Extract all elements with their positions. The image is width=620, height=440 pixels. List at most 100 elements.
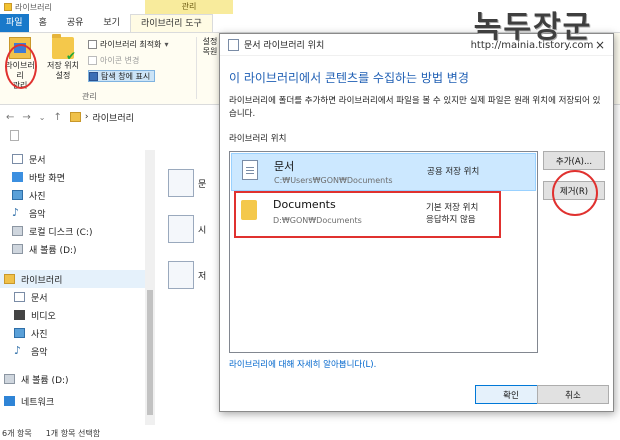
document-icon [242, 160, 258, 180]
nav-item-lib-videos[interactable]: 비디오 [0, 306, 155, 324]
content-item-pictures[interactable]: 저 [168, 252, 218, 298]
content-area: 문 시 저 [168, 160, 218, 298]
annotation-circle-manage [5, 44, 37, 89]
nav-item-network[interactable]: 네트워크 [0, 392, 155, 410]
nav-scrollbar-thumb[interactable] [147, 290, 153, 415]
disk-icon [12, 226, 23, 236]
music-large-icon [168, 215, 194, 243]
nav-item-local-disk[interactable]: 로컬 디스크 (C:) [0, 222, 155, 240]
chevron-down-icon: ▾ [164, 39, 169, 49]
location-name: 문서 [274, 160, 295, 173]
location-row-documents[interactable]: 문서 C:₩Users₩GON₩Documents 공용 저장 위치 [231, 153, 536, 191]
nav-item-music[interactable]: ♪ 음악 [0, 204, 155, 222]
chevron-right-icon: › [84, 112, 89, 122]
cancel-button[interactable]: 취소 [537, 385, 609, 404]
breadcrumb-library: 라이브러리 [92, 113, 134, 124]
network-icon [4, 396, 15, 406]
optimize-icon [88, 39, 97, 49]
change-icon-label: 아이콘 변경 [100, 55, 140, 65]
tab-share[interactable]: 공유 [57, 14, 94, 32]
nav-scrollbar[interactable] [145, 150, 155, 425]
nav-item-label: 음악 [31, 347, 48, 358]
picture-icon [12, 190, 23, 200]
nav-item-volume-d[interactable]: 새 볼륨 (D:) [0, 370, 155, 388]
change-icon-button: 아이콘 변경 [88, 54, 139, 66]
back-arrow-icon[interactable]: ← [6, 112, 14, 123]
music-icon: ♪ [12, 206, 20, 219]
learn-more-link[interactable]: 라이브러리에 대해 자세히 알아봅니다(L). [229, 358, 376, 370]
ribbon-group-label: 관리 [82, 92, 97, 101]
content-item-label: 문 [198, 179, 207, 190]
optimize-library-button[interactable]: 라이브러리 최적화 ▾ [88, 38, 168, 50]
nav-item-libraries[interactable]: 라이브러리 [0, 270, 155, 288]
annotation-circle-remove [552, 170, 598, 216]
content-item-label: 저 [198, 271, 207, 282]
set-save-location-button[interactable]: ✔ 저장 위치 설정 [42, 34, 84, 81]
disk-icon [4, 374, 15, 384]
nav-item-label: 새 볼륨 (D:) [21, 375, 69, 386]
tab-library-tools[interactable]: 라이브러리 도구 [129, 14, 213, 32]
library-icon [4, 274, 15, 284]
nav-item-label: 음악 [29, 209, 46, 220]
nav-item-lib-music[interactable]: ♪ 음악 [0, 342, 155, 360]
folder-check-icon: ✔ [52, 34, 76, 62]
chevron-down-icon[interactable]: ⌄ [39, 113, 46, 122]
nav-item-pictures[interactable]: 사진 [0, 186, 155, 204]
ribbon-separator [196, 37, 197, 99]
tab-view[interactable]: 보기 [93, 14, 130, 32]
nav-item-label: 라이브러리 [21, 275, 63, 286]
dialog-description: 라이브러리에 폴더를 추가하면 라이브러리에서 파일을 볼 수 있지만 실제 파… [229, 96, 601, 119]
nav-item-lib-pictures[interactable]: 사진 [0, 324, 155, 342]
window-title: 라이브러리 [15, 2, 52, 12]
location-path: C:₩Users₩GON₩Documents [274, 176, 393, 185]
content-item-documents[interactable]: 문 [168, 160, 218, 206]
nav-item-documents[interactable]: 문서 [0, 150, 155, 168]
document-icon [12, 154, 23, 164]
show-in-nav-toggle[interactable]: 탐색 창에 표시 [88, 70, 156, 82]
dialog-heading: 이 라이브러리에서 콘텐츠를 수집하는 방법 변경 [229, 71, 469, 85]
nav-item-label: 새 볼륨 (D:) [29, 245, 77, 256]
picture-icon [14, 328, 25, 338]
content-item-music[interactable]: 시 [168, 206, 218, 252]
disk-icon [12, 244, 23, 254]
library-icon [69, 112, 81, 122]
nav-item-label: 문서 [29, 155, 46, 166]
nav-item-label: 문서 [31, 293, 48, 304]
ribbon-partial-button[interactable]: 설정 목원 [200, 37, 220, 57]
nav-item-desktop[interactable]: 바탕 화면 [0, 168, 155, 186]
status-item-count: 6개 항목 [2, 428, 32, 438]
quick-access-doc-icon[interactable] [10, 130, 19, 141]
up-arrow-icon[interactable]: ↑ [53, 112, 61, 123]
context-tab-header: 관리 [145, 0, 233, 14]
desktop-icon [12, 172, 23, 182]
watermark-url: http://mainia.tistory.com [470, 40, 594, 51]
locations-label: 라이브러리 위치 [229, 134, 287, 144]
tab-file[interactable]: 파일 [0, 14, 29, 32]
forward-arrow-icon[interactable]: → [22, 112, 30, 123]
document-icon [14, 292, 25, 302]
video-icon [14, 310, 25, 320]
document-icon [228, 38, 239, 51]
documents-large-icon [168, 169, 194, 197]
dialog-title: 문서 라이브러리 위치 [244, 41, 325, 51]
pictures-large-icon [168, 261, 194, 289]
tab-home[interactable]: 홈 [29, 14, 57, 32]
change-icon-icon [88, 55, 97, 65]
quick-access-icon[interactable] [4, 3, 12, 11]
nav-item-label: 사진 [31, 329, 48, 340]
status-bar: 6개 항목 1개 항목 선택함 [0, 426, 620, 440]
nav-item-lib-documents[interactable]: 문서 [0, 288, 155, 306]
breadcrumb[interactable]: › 라이브러리 [69, 111, 134, 124]
set-save-location-label: 저장 위치 설정 [47, 61, 79, 80]
add-location-button[interactable]: 추가(A)... [543, 151, 605, 170]
highlight-box-d-documents [234, 191, 501, 238]
nav-item-new-volume[interactable]: 새 볼륨 (D:) [0, 240, 155, 258]
music-icon: ♪ [14, 344, 22, 357]
optimize-library-label: 라이브러리 최적화 [100, 39, 162, 49]
show-in-nav-label: 탐색 창에 표시 [101, 71, 151, 81]
address-bar: ← → ⌄ ↑ › 라이브러리 [0, 106, 220, 128]
content-item-label: 시 [198, 225, 207, 236]
nav-item-label: 바탕 화면 [29, 173, 65, 184]
library-locations-list[interactable]: 문서 C:₩Users₩GON₩Documents 공용 저장 위치 Docum… [229, 151, 538, 353]
location-status: 공용 저장 위치 [427, 167, 480, 177]
